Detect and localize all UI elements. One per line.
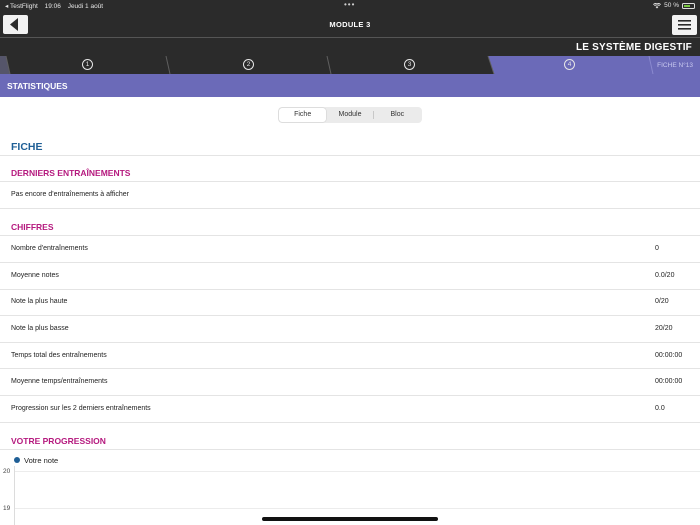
legend-label: Votre note — [24, 456, 59, 465]
segment-fiche[interactable]: Fiche — [279, 108, 327, 122]
divider — [0, 155, 700, 156]
divider — [0, 181, 700, 182]
y-tick-label: 20 — [3, 468, 11, 475]
chiffres-title: CHIFFRES — [11, 222, 54, 232]
y-tick-label: 19 — [3, 505, 11, 512]
status-bar: ◂ TestFlight 19:06 Jeudi 1 août ••• 50 % — [0, 0, 700, 12]
section-header: STATISTIQUES — [0, 74, 700, 97]
status-time: 19:06 — [44, 3, 61, 10]
stat-value-highest: 0/20 — [655, 298, 669, 305]
progression-title: VOTRE PROGRESSION — [11, 436, 106, 446]
stat-value-average: 0.0/20 — [655, 272, 675, 279]
grid-line — [14, 508, 700, 509]
divider — [0, 262, 700, 263]
stat-value-count: 0 — [655, 245, 659, 252]
grid-line — [14, 471, 700, 472]
y-axis-line — [14, 466, 15, 525]
hamburger-icon — [678, 20, 691, 30]
menu-button[interactable] — [672, 15, 697, 35]
subject-bar: LE SYSTÈME DIGESTIF — [0, 37, 700, 56]
stat-label-total-time: Temps total des entraînements — [11, 352, 107, 359]
home-indicator[interactable] — [262, 517, 438, 521]
divider — [0, 208, 700, 209]
wifi-icon — [653, 2, 662, 8]
scope-segmented-control: Fiche Module Bloc — [278, 107, 422, 123]
fiche-number: FICHE N°13 — [657, 62, 693, 69]
step-2[interactable]: 2 — [243, 59, 254, 70]
divider — [0, 395, 700, 396]
stat-value-lowest: 20/20 — [655, 325, 673, 332]
stat-value-average-time: 00:00:00 — [655, 378, 683, 385]
stat-label-count: Nombre d'entraînements — [11, 245, 88, 252]
stat-label-progression: Progression sur les 2 derniers entraînem… — [11, 405, 151, 412]
status-date: Jeudi 1 août — [67, 3, 104, 10]
testflight-back-link[interactable]: ◂ TestFlight — [5, 3, 38, 10]
step-1[interactable]: 1 — [82, 59, 93, 70]
divider — [0, 235, 700, 236]
status-left: ◂ TestFlight 19:06 Jeudi 1 août — [5, 2, 108, 10]
divider — [0, 289, 700, 290]
stat-label-lowest: Note la plus basse — [11, 325, 69, 332]
step-background — [0, 56, 700, 74]
divider — [0, 368, 700, 369]
step-3[interactable]: 3 — [404, 59, 415, 70]
stat-value-total-time: 00:00:00 — [655, 352, 683, 359]
derniers-title: DERNIERS ENTRAÎNEMENTS — [11, 168, 131, 178]
step-4[interactable]: 4 — [564, 59, 575, 70]
multitasking-dots[interactable]: ••• — [344, 0, 355, 9]
empty-trainings-text: Pas encore d'entraînements à afficher — [11, 191, 129, 198]
legend-marker — [14, 457, 20, 463]
stat-value-progression: 0.0 — [655, 405, 665, 412]
navigation-bar: MODULE 3 — [0, 12, 700, 37]
subject-title: LE SYSTÈME DIGESTIF — [575, 42, 692, 53]
segment-bloc[interactable]: Bloc — [374, 108, 421, 122]
stat-label-average: Moyenne notes — [11, 272, 59, 279]
battery-percent: 50 % — [664, 2, 679, 9]
segment-module[interactable]: Module — [326, 108, 374, 122]
divider — [0, 315, 700, 316]
divider — [0, 422, 700, 423]
divider — [0, 342, 700, 343]
battery-fill — [684, 4, 690, 7]
stat-label-highest: Note la plus haute — [11, 298, 68, 305]
stat-label-average-time: Moyenne temps/entraînements — [11, 378, 108, 385]
battery-icon — [682, 2, 695, 9]
fiche-title: FICHE — [11, 141, 43, 153]
page-title: MODULE 3 — [329, 20, 371, 29]
status-right: 50 % — [653, 2, 695, 9]
divider — [0, 449, 700, 450]
section-header-title: STATISTIQUES — [7, 81, 68, 91]
step-progress: 1 2 3 4 FICHE N°13 — [0, 56, 700, 74]
segment-module-label: Module — [338, 111, 362, 118]
